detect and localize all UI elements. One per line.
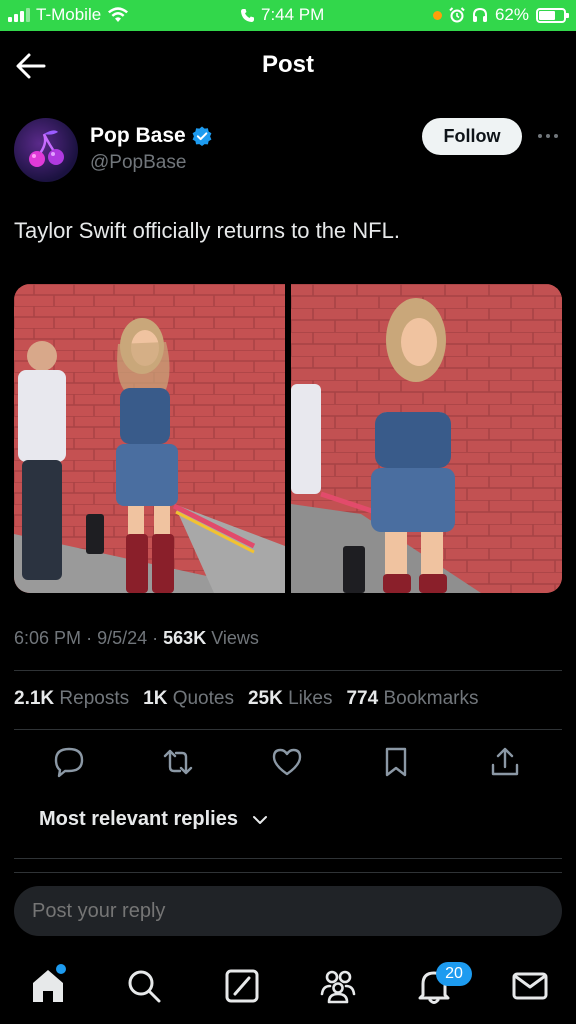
bookmarks-stat[interactable]: 774 Bookmarks — [346, 688, 478, 710]
post-author: Pop Base @PopBase Follow — [14, 116, 562, 186]
wifi-icon — [108, 7, 129, 22]
quotes-count: 1K — [143, 688, 168, 709]
meta-separator: · — [86, 628, 93, 648]
like-icon[interactable] — [270, 745, 304, 779]
avatar[interactable] — [14, 118, 78, 182]
meta-separator: · — [152, 628, 159, 648]
reposts-count: 2.1K — [14, 688, 55, 709]
more-options-icon[interactable] — [534, 126, 562, 146]
page-title: Post — [261, 51, 314, 78]
reply-input[interactable] — [14, 886, 562, 936]
reposts-stat[interactable]: 2.1K Reposts — [14, 688, 129, 710]
top-bar: Post — [0, 31, 576, 99]
photo-1-image — [14, 284, 285, 593]
verified-badge-icon — [192, 126, 212, 146]
headphones-icon — [472, 7, 487, 22]
share-icon[interactable] — [488, 745, 522, 779]
follow-button[interactable]: Follow — [422, 118, 522, 155]
divider — [14, 858, 562, 859]
chevron-down-icon — [252, 815, 267, 824]
status-bar: T-Mobile 7:44 PM 62% — [0, 0, 576, 31]
engagement-stats: 2.1K Reposts 1K Quotes 25K Likes 774 Boo… — [14, 688, 478, 710]
signal-icon — [8, 8, 30, 22]
carrier-label: T-Mobile — [36, 5, 102, 24]
alarm-icon — [449, 7, 465, 23]
repost-icon[interactable] — [161, 745, 195, 779]
likes-stat[interactable]: 25K Likes — [248, 688, 333, 710]
phone-icon — [241, 8, 254, 22]
photo-2-image — [291, 284, 562, 593]
post-media[interactable] — [14, 284, 562, 593]
author-name-text: Pop Base — [90, 124, 186, 147]
post-meta: 6:06 PM · 9/5/24 · 563K Views — [14, 628, 259, 649]
post-actions — [0, 745, 576, 779]
reply-sort-label: Most relevant replies — [39, 808, 238, 830]
reply-icon[interactable] — [52, 745, 86, 779]
status-center: 7:44 PM — [240, 5, 324, 25]
messages-icon[interactable] — [510, 966, 550, 1006]
search-icon[interactable] — [124, 966, 164, 1006]
grok-icon[interactable] — [222, 966, 262, 1006]
battery-percent: 62% — [494, 5, 529, 24]
divider — [14, 729, 562, 730]
reply-sort-dropdown[interactable]: Most relevant replies — [39, 808, 268, 831]
privacy-indicator — [432, 10, 442, 20]
home-new-indicator — [56, 964, 66, 974]
quotes-label: Quotes — [172, 688, 234, 709]
post-time: 6:06 PM — [14, 628, 82, 648]
reposts-label: Reposts — [59, 688, 130, 709]
status-right: 62% — [432, 5, 569, 25]
bookmarks-label: Bookmarks — [383, 688, 479, 709]
divider — [14, 872, 562, 873]
post-photo-2[interactable] — [291, 284, 562, 593]
bookmark-icon[interactable] — [379, 745, 413, 779]
author-name[interactable]: Pop Base — [90, 124, 212, 148]
post-date: 9/5/24 — [97, 628, 148, 648]
author-handle[interactable]: @PopBase — [90, 152, 186, 174]
likes-label: Likes — [288, 688, 333, 709]
divider — [14, 670, 562, 671]
cherry-logo-icon — [29, 130, 64, 167]
likes-count: 25K — [247, 688, 283, 709]
status-left: T-Mobile — [8, 5, 129, 25]
battery-icon — [536, 7, 569, 23]
quotes-stat[interactable]: 1K Quotes — [143, 688, 234, 710]
bottom-tab-bar — [0, 950, 576, 1024]
communities-icon[interactable] — [318, 966, 358, 1006]
clock: 7:44 PM — [261, 5, 325, 24]
views-label: Views — [211, 628, 259, 648]
post-photo-1[interactable] — [14, 284, 285, 593]
bookmarks-count: 774 — [346, 688, 379, 709]
post-text: Taylor Swift officially returns to the N… — [14, 218, 400, 243]
views-count: 563K — [163, 628, 207, 648]
notifications-badge: 20 — [436, 962, 472, 986]
